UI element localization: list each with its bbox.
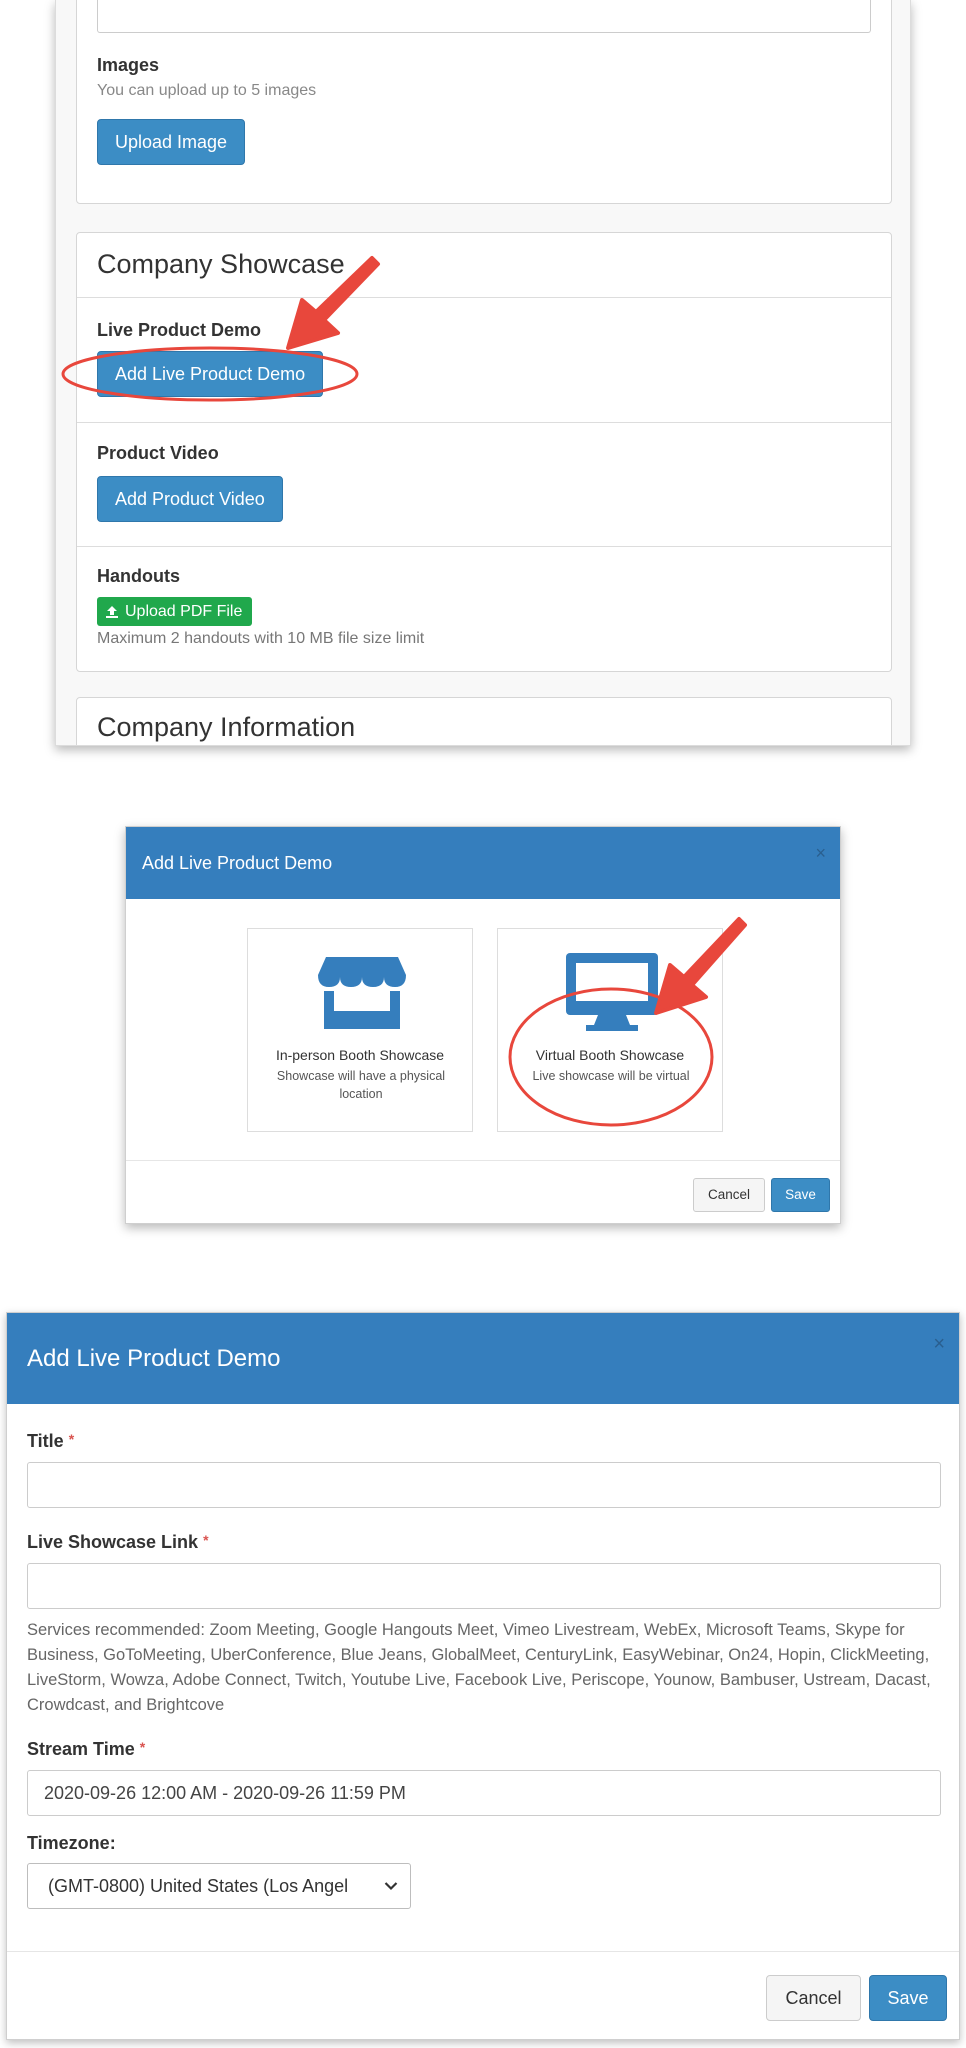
stream-time-label: Stream Time * — [27, 1739, 145, 1760]
services-help-text: Services recommended: Zoom Meeting, Goog… — [27, 1621, 931, 1714]
close-icon[interactable]: × — [815, 843, 826, 864]
upload-icon — [106, 605, 118, 618]
in-person-option-desc: Showcase will have a physical location — [276, 1069, 446, 1101]
virtual-booth-option[interactable]: Virtual Booth Showcase Live showcase wil… — [497, 928, 723, 1132]
live-product-demo-label: Live Product Demo — [97, 320, 262, 340]
required-marker: * — [68, 1431, 75, 1447]
required-marker: * — [203, 1532, 209, 1548]
monitor-icon — [566, 953, 658, 1031]
live-product-demo-form-modal: Add Live Product Demo × Title * Live Show… — [6, 1312, 960, 2040]
virtual-option-desc: Live showcase will be virtual — [532, 1069, 690, 1083]
modal-header: Add Live Product Demo × — [126, 827, 840, 899]
modal-footer-divider — [126, 1160, 840, 1161]
stream-time-input[interactable]: 2020-09-26 12:00 AM - 2020-09-26 11:59 P… — [27, 1770, 941, 1816]
title-label: Title * — [27, 1431, 74, 1452]
divider — [77, 422, 891, 423]
company-showcase-title: Company Showcase — [97, 249, 345, 279]
add-live-product-demo-button[interactable]: Add Live Product Demo — [97, 351, 324, 397]
company-information-panel: Company Information — [76, 697, 892, 745]
stream-time-label-text: Stream Time — [27, 1739, 135, 1759]
modal-title: Add Live Product Demo — [27, 1345, 281, 1372]
chevron-down-icon — [384, 1882, 398, 1891]
modal-footer-divider — [7, 1951, 959, 1952]
save-button[interactable]: Save — [771, 1178, 830, 1212]
save-button[interactable]: Save — [869, 1975, 947, 2021]
required-marker: * — [139, 1739, 146, 1755]
upload-pdf-file-label: Upload PDF File — [125, 603, 243, 620]
handouts-help-text: Maximum 2 handouts with 10 MB file size … — [97, 630, 425, 647]
company-information-title: Company Information — [97, 712, 356, 742]
live-showcase-link-input[interactable] — [27, 1563, 941, 1609]
product-video-label: Product Video — [97, 443, 219, 463]
close-icon[interactable]: × — [933, 1333, 945, 1356]
upload-image-button[interactable]: Upload Image — [97, 119, 246, 165]
timezone-label: Timezone: — [27, 1833, 116, 1853]
live-showcase-link-label-text: Live Showcase Link — [27, 1532, 199, 1552]
title-label-text: Title — [27, 1431, 64, 1451]
modal-title: Add Live Product Demo — [142, 853, 333, 873]
title-input[interactable] — [27, 1462, 941, 1508]
upload-pdf-file-button[interactable]: Upload PDF File — [97, 597, 253, 626]
modal-header: Add Live Product Demo × — [7, 1313, 959, 1404]
company-showcase-panel: Company Showcase Live Product Demo Add L… — [76, 232, 892, 672]
handouts-label: Handouts — [97, 566, 180, 586]
divider — [77, 546, 891, 547]
timezone-selected-value: (GMT-0800) United States (Los Angel — [48, 1875, 349, 1896]
storefront-icon — [318, 957, 406, 1029]
in-person-booth-option[interactable]: In-person Booth Showcase Showcase will h… — [247, 928, 473, 1132]
company-edit-page: Images You can upload up to 5 images Upl… — [55, 0, 911, 746]
showcase-type-modal: Add Live Product Demo × In-person Booth … — [125, 826, 841, 1224]
images-panel: Images You can upload up to 5 images Upl… — [76, 0, 892, 204]
virtual-option-title: Virtual Booth Showcase — [535, 1047, 685, 1063]
cancel-button[interactable]: Cancel — [766, 1975, 861, 2021]
description-textarea[interactable] — [97, 0, 871, 33]
cancel-button[interactable]: Cancel — [693, 1178, 765, 1212]
add-product-video-button[interactable]: Add Product Video — [97, 476, 283, 522]
divider — [77, 297, 891, 298]
images-help-text: You can upload up to 5 images — [97, 82, 317, 99]
timezone-select[interactable]: (GMT-0800) United States (Los Angel — [27, 1863, 411, 1909]
images-label: Images — [97, 55, 160, 75]
in-person-option-title: In-person Booth Showcase — [275, 1047, 445, 1063]
live-showcase-link-label: Live Showcase Link * — [27, 1532, 209, 1553]
